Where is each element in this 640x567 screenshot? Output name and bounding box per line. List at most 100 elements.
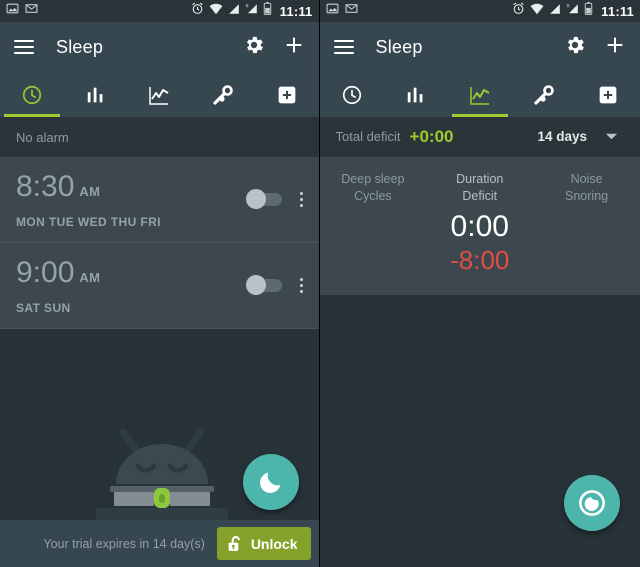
- alarm-info: 8:30 AM MON TUE WED THU FRI: [16, 170, 161, 229]
- alarm-ampm: AM: [79, 184, 101, 199]
- alarm-time: 8:30 AM: [16, 170, 161, 208]
- gmail-icon: [345, 2, 358, 20]
- gmail-icon: [25, 2, 38, 20]
- screenshot-icon: [326, 2, 339, 20]
- total-deficit-label: Total deficit: [335, 129, 401, 144]
- svg-text:R: R: [245, 3, 248, 8]
- alarm-list-item[interactable]: 8:30 AM MON TUE WED THU FRI: [0, 157, 319, 243]
- start-sleep-tracking-fab[interactable]: [242, 454, 299, 510]
- roaming-signal-icon: R: [245, 2, 258, 20]
- alarm-toggle[interactable]: [245, 189, 282, 209]
- alarm-list-header: No alarm: [0, 117, 319, 157]
- page-title: Sleep: [56, 36, 104, 57]
- stats-summary-card: Deep sleep Cycles Duration Deficit 0:00 …: [319, 157, 640, 295]
- alarm-overflow-menu[interactable]: [296, 186, 307, 213]
- moon-circle-icon: [579, 490, 605, 516]
- status-bar-system-icons: R 11:11: [512, 2, 634, 20]
- deficit-detail-value: -8:00: [450, 245, 510, 275]
- alarm-ampm: AM: [79, 270, 101, 285]
- status-bar: R 11:11: [0, 0, 319, 22]
- app-bar-actions: [564, 34, 626, 61]
- line-chart-icon: [149, 86, 169, 105]
- tab-noise[interactable]: [512, 72, 576, 117]
- bar-chart-icon: [87, 87, 102, 102]
- comet-icon: [213, 84, 233, 105]
- tab-trends[interactable]: [127, 72, 191, 117]
- range-selector[interactable]: 14 days: [537, 128, 624, 146]
- alarm-days: SAT SUN: [16, 301, 71, 315]
- tab-statistics[interactable]: [384, 72, 448, 117]
- status-bar-clock: 11:11: [601, 3, 634, 19]
- trial-text: Your trial expires in 14 day(s): [43, 536, 205, 551]
- tab-alarms[interactable]: [0, 72, 64, 117]
- left-phone-screen: R 11:11 Sleep No alarm 8:30 AM MON TUE W…: [0, 0, 319, 567]
- comet-icon: [534, 84, 554, 105]
- start-sleep-tracking-fab[interactable]: [564, 475, 620, 531]
- gear-icon[interactable]: [243, 34, 265, 61]
- alarm-icon: [512, 2, 525, 20]
- alarm-toggle[interactable]: [245, 275, 282, 295]
- total-deficit-bar: Total deficit +0:00 14 days: [319, 117, 640, 157]
- column-title-line1: Duration: [456, 172, 504, 186]
- column-title-line1: Noise: [570, 172, 603, 186]
- tab-add[interactable]: [576, 72, 640, 117]
- status-bar-notifications: [6, 2, 38, 20]
- svg-text:R: R: [567, 3, 570, 8]
- app-bar-actions: [243, 34, 305, 61]
- signal-icon: [549, 2, 561, 20]
- moon-icon: [259, 472, 280, 493]
- duration-value: 0:00: [450, 210, 509, 243]
- status-bar: R 11:11: [319, 0, 640, 22]
- unlock-label: Unlock: [250, 535, 298, 552]
- stats-column-duration[interactable]: Duration Deficit 0:00 -8:00: [426, 171, 533, 275]
- gear-icon[interactable]: [564, 34, 586, 61]
- dual-screenshot-container: R 11:11 Sleep No alarm 8:30 AM MON TUE W…: [0, 0, 640, 567]
- alarm-list-item[interactable]: 9:00 AM SAT SUN: [0, 243, 319, 329]
- total-deficit-value: +0:00: [409, 126, 454, 146]
- right-phone-screen: R 11:11 Sleep Total deficit +0:00 14 day…: [318, 0, 640, 567]
- alarm-info: 9:00 AM SAT SUN: [16, 256, 100, 315]
- sleeping-android-robot-illustration: [96, 426, 228, 526]
- tab-bar: [319, 72, 640, 117]
- status-bar-notifications: [326, 2, 358, 20]
- plus-icon[interactable]: [283, 34, 305, 61]
- plus-box-icon: [599, 86, 617, 103]
- stats-column-headers: Deep sleep Cycles Duration Deficit 0:00 …: [320, 171, 640, 275]
- alarm-icon: [191, 2, 204, 20]
- tab-add[interactable]: [255, 72, 319, 117]
- app-bar: Sleep: [0, 22, 319, 72]
- roaming-signal-icon: R: [566, 2, 579, 20]
- battery-icon: [584, 2, 593, 20]
- plus-box-icon: [278, 86, 295, 103]
- open-padlock-icon: [228, 535, 240, 551]
- tab-statistics[interactable]: [64, 72, 128, 117]
- column-title-line2: Snoring: [565, 189, 609, 203]
- wifi-icon: [530, 2, 544, 20]
- alarm-time-value: 8:30: [16, 170, 75, 203]
- hamburger-icon[interactable]: [333, 40, 354, 54]
- screenshot-icon: [6, 2, 19, 20]
- plus-icon[interactable]: [604, 34, 626, 61]
- line-chart-icon: [469, 86, 490, 105]
- status-bar-clock: 11:11: [279, 3, 313, 19]
- trends-content: Total deficit +0:00 14 days Deep sleep C…: [319, 117, 640, 567]
- stats-column-deep-sleep[interactable]: Deep sleep Cycles: [320, 171, 427, 275]
- tab-bar: [0, 72, 319, 117]
- hamburger-icon[interactable]: [14, 40, 34, 54]
- battery-icon: [263, 2, 272, 20]
- range-value: 14 days: [537, 129, 587, 144]
- alarm-overflow-menu[interactable]: [296, 272, 307, 299]
- unlock-button[interactable]: Unlock: [216, 527, 311, 560]
- tab-trends[interactable]: [448, 72, 512, 117]
- page-title: Sleep: [375, 36, 423, 57]
- clock-icon: [22, 85, 41, 104]
- toggle-knob: [245, 275, 266, 295]
- tab-alarms[interactable]: [320, 72, 384, 117]
- tab-noise[interactable]: [191, 72, 255, 117]
- clock-icon: [342, 85, 361, 104]
- chevron-down-icon: [605, 128, 618, 146]
- stats-column-noise[interactable]: Noise Snoring: [533, 171, 640, 275]
- alarms-content: No alarm 8:30 AM MON TUE WED THU FRI 9:0…: [0, 117, 319, 567]
- toggle-knob: [245, 189, 266, 209]
- column-title-line2: Deficit: [462, 189, 498, 203]
